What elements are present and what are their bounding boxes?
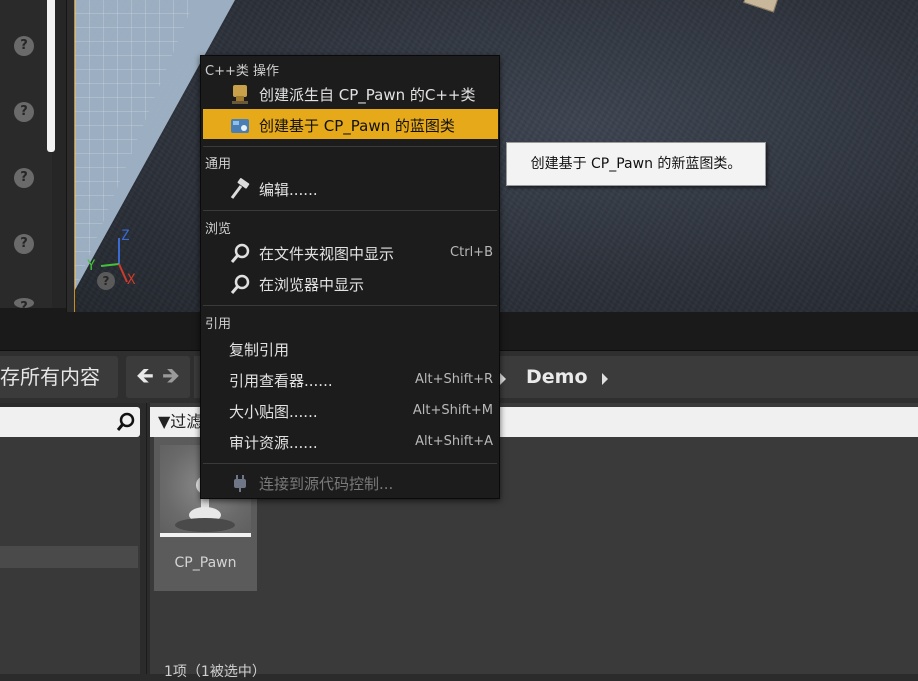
plug-icon [234, 475, 246, 492]
menu-item-shortcut: Ctrl+B [450, 245, 493, 260]
menu-separator [203, 305, 497, 306]
search-icon [116, 412, 135, 431]
axis-gizmo-icon [100, 238, 128, 283]
menu-item-show-in-folder-view[interactable]: 在文件夹视图中显示 Ctrl+B [203, 237, 498, 267]
back-arrow-icon[interactable]: 🡸 [136, 365, 154, 389]
menu-separator [203, 210, 497, 211]
menu-item-label: 连接到源代码控制... [259, 475, 394, 493]
help-icon[interactable]: ? [97, 272, 115, 290]
asset-context-menu: C++类 操作 创建派生自 CP_Pawn 的C++类 创建基于 CP_Pawn… [200, 55, 500, 499]
asset-type-bar [160, 533, 251, 537]
menu-item-reference-viewer[interactable]: 引用查看器...... Alt+Shift+R [203, 364, 498, 394]
menu-item-create-blueprint-class[interactable]: 创建基于 CP_Pawn 的蓝图类 [203, 109, 498, 139]
section-header-references: 引用 [205, 317, 232, 332]
menu-item-label: 审计资源...... [229, 434, 318, 452]
menu-item-label: 在文件夹视图中显示 [259, 245, 395, 263]
menu-item-create-cpp-class[interactable]: 创建派生自 CP_Pawn 的C++类 [203, 78, 498, 108]
axis-z-label: Z [121, 228, 130, 244]
menu-item-copy-reference[interactable]: 复制引用 [203, 333, 498, 363]
menu-item-label: 创建基于 CP_Pawn 的蓝图类 [259, 117, 455, 135]
menu-item-size-map[interactable]: 大小贴图...... Alt+Shift+M [203, 395, 498, 425]
menu-item-label: 编辑...... [259, 181, 318, 199]
section-header-browse: 浏览 [205, 222, 232, 237]
help-icon[interactable]: ? [14, 102, 34, 122]
asset-name: CP_Pawn [174, 555, 237, 571]
help-icon[interactable]: ? [14, 234, 34, 254]
menu-item-edit[interactable]: 编辑...... [203, 173, 498, 203]
breadcrumb-arrow-icon[interactable] [500, 373, 506, 385]
details-scrollbar[interactable] [47, 0, 55, 152]
details-panel: ? ? ? ? ? [0, 0, 67, 312]
sources-search-input[interactable] [0, 407, 140, 437]
blueprint-icon [231, 119, 249, 133]
menu-separator [203, 463, 497, 464]
tooltip: 创建基于 CP_Pawn 的新蓝图类。 [506, 142, 766, 186]
breadcrumb-arrow-icon[interactable] [602, 373, 608, 385]
help-icon[interactable]: ? [14, 298, 34, 308]
section-header-common: 通用 [205, 157, 232, 172]
axis-x-label: X [127, 272, 136, 288]
forward-arrow-icon[interactable]: 🡺 [162, 365, 180, 389]
hammer-icon [230, 178, 250, 199]
magnifier-icon [230, 274, 250, 294]
menu-item-connect-source-control: 连接到源代码控制... [203, 467, 498, 497]
sources-panel [0, 403, 147, 674]
menu-item-label: 创建派生自 CP_Pawn 的C++类 [259, 86, 476, 104]
help-icon[interactable]: ? [14, 168, 34, 188]
menu-item-label: 大小贴图...... [229, 403, 318, 421]
menu-item-audit-assets[interactable]: 审计资源...... Alt+Shift+A [203, 426, 498, 456]
menu-item-label: 引用查看器...... [229, 372, 333, 390]
menu-item-label: 在浏览器中显示 [259, 276, 365, 294]
menu-item-shortcut: Alt+Shift+A [415, 434, 493, 449]
menu-item-show-in-browser[interactable]: 在浏览器中显示 [203, 268, 498, 298]
folder-tree-selected-row[interactable] [0, 546, 138, 568]
menu-item-label: 复制引用 [229, 341, 290, 359]
help-icon[interactable]: ? [14, 36, 34, 56]
save-all-button[interactable]: 存所有内容 [0, 356, 118, 398]
section-header-cpp: C++类 操作 [205, 64, 279, 79]
filter-button[interactable]: ▼过滤 [158, 409, 202, 435]
menu-separator [203, 146, 497, 147]
breadcrumb-demo[interactable]: Demo [526, 366, 588, 388]
magnifier-icon [230, 243, 250, 263]
menu-item-shortcut: Alt+Shift+R [415, 372, 493, 387]
history-nav: 🡸 🡺 [126, 356, 190, 398]
cpp-class-icon [232, 85, 248, 104]
axis-gizmo: Z Y X ? [87, 228, 147, 290]
selection-status: 1项（1被选中） [164, 664, 266, 680]
axis-y-label: Y [87, 258, 96, 274]
menu-item-shortcut: Alt+Shift+M [412, 403, 493, 418]
